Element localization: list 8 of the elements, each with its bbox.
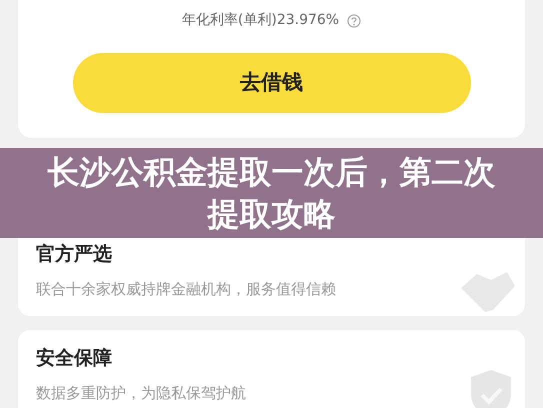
help-icon[interactable] [347, 14, 362, 28]
feature-title: 安全保障 [36, 346, 113, 371]
feature-description: 数据多重防护，为隐私保驾护航 [36, 383, 247, 404]
rate-text: 年化利率(单利)23.976% [182, 11, 340, 30]
feature-title: 官方严选 [36, 242, 113, 267]
banner-title: 长沙公积金提取一次后，第二次提取攻略 [46, 152, 496, 235]
feature-description: 联合十余家权威持牌金融机构，服务值得信赖 [36, 279, 337, 300]
borrow-button[interactable]: 去借钱 [72, 53, 470, 113]
